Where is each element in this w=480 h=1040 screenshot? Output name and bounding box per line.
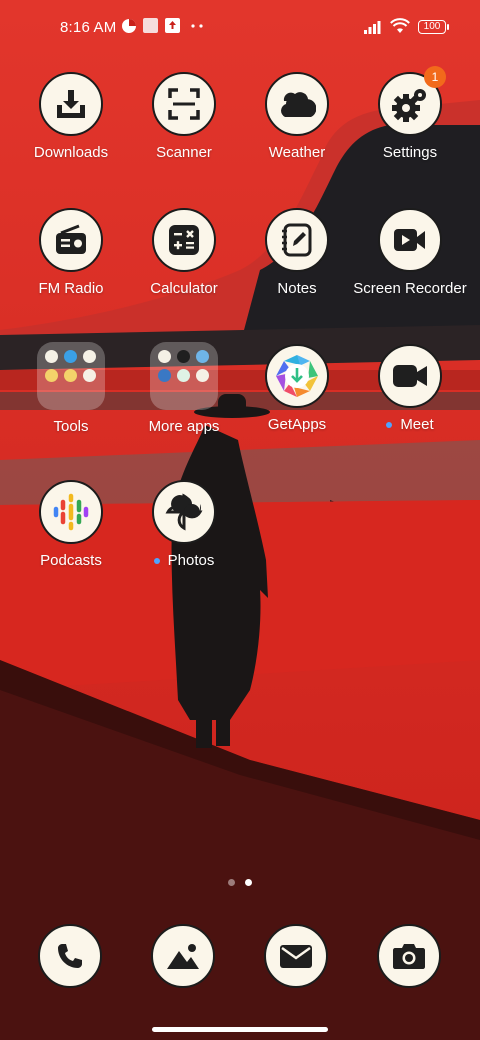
battery-indicator: 100 bbox=[418, 20, 446, 34]
photos-app-icon[interactable] bbox=[152, 480, 216, 544]
app-label: Weather bbox=[268, 144, 326, 161]
app-label-text: Meet bbox=[400, 416, 434, 433]
getapps-icon bbox=[276, 355, 318, 397]
notification-square-icon bbox=[143, 18, 158, 33]
settings-app-icon[interactable]: 1 bbox=[378, 66, 446, 136]
calculator-app-icon[interactable] bbox=[152, 208, 216, 272]
gallery-app-icon[interactable] bbox=[151, 924, 215, 988]
app-calculator[interactable]: Calculator bbox=[127, 208, 241, 297]
app-label: Screen Recorder bbox=[353, 280, 467, 297]
app-photos[interactable]: Photos bbox=[127, 480, 241, 569]
new-indicator-dot bbox=[386, 422, 393, 429]
dock-gallery[interactable] bbox=[151, 924, 215, 988]
battery-tip bbox=[447, 24, 449, 30]
tools-folder-icon[interactable] bbox=[37, 342, 105, 410]
folder-more-apps[interactable]: More apps bbox=[127, 342, 241, 435]
mail-app-icon[interactable] bbox=[264, 924, 328, 988]
podcasts-app-icon[interactable] bbox=[39, 480, 103, 544]
notes-icon bbox=[282, 223, 312, 257]
weather-app-icon[interactable] bbox=[265, 72, 329, 136]
battery-level: 100 bbox=[423, 21, 441, 32]
screen-recorder-icon bbox=[394, 229, 425, 251]
page-indicator-dot[interactable] bbox=[228, 879, 235, 886]
app-label: Podcasts bbox=[40, 552, 102, 569]
app-weather[interactable]: Weather bbox=[240, 72, 354, 161]
app-label: More apps bbox=[148, 418, 220, 435]
signal-icon bbox=[364, 21, 381, 34]
app-label-text: Photos bbox=[167, 552, 215, 569]
getapps-app-icon[interactable] bbox=[265, 344, 329, 408]
calculator-icon bbox=[169, 225, 199, 255]
camera-icon bbox=[393, 944, 425, 969]
wifi-icon bbox=[390, 18, 410, 33]
screen-recorder-app-icon[interactable] bbox=[378, 208, 442, 272]
app-label: Photos bbox=[127, 552, 241, 569]
status-bar: 8:16 AM 100 bbox=[0, 0, 480, 56]
scanner-icon bbox=[168, 88, 200, 120]
app-scanner[interactable]: Scanner bbox=[127, 72, 241, 161]
dock-mail[interactable] bbox=[264, 924, 328, 988]
new-indicator-dot bbox=[153, 558, 160, 565]
app-label: Downloads bbox=[33, 144, 109, 161]
app-podcasts[interactable]: Podcasts bbox=[14, 480, 128, 569]
app-label: Settings bbox=[382, 144, 438, 161]
video-camera-icon bbox=[393, 365, 427, 387]
radio-icon bbox=[56, 224, 86, 254]
gear-icon bbox=[392, 89, 426, 122]
app-downloads[interactable]: Downloads bbox=[14, 72, 128, 161]
app-label: Calculator bbox=[150, 280, 218, 297]
more-notifications-icon bbox=[191, 24, 203, 28]
app-getapps[interactable]: GetApps bbox=[240, 344, 354, 433]
fm-radio-app-icon[interactable] bbox=[39, 208, 103, 272]
notification-app-icon bbox=[122, 19, 136, 33]
app-settings[interactable]: 1 Settings bbox=[353, 66, 467, 161]
notes-app-icon[interactable] bbox=[265, 208, 329, 272]
app-label: Tools bbox=[53, 418, 89, 435]
download-icon bbox=[57, 90, 85, 118]
notification-badge: 1 bbox=[424, 66, 446, 88]
app-label: Notes bbox=[277, 280, 317, 297]
camera-app-icon[interactable] bbox=[377, 924, 441, 988]
phone-app-icon[interactable] bbox=[38, 924, 102, 988]
meet-app-icon[interactable] bbox=[378, 344, 442, 408]
scanner-app-icon[interactable] bbox=[152, 72, 216, 136]
gallery-icon bbox=[167, 944, 199, 969]
folder-tools[interactable]: Tools bbox=[14, 342, 128, 435]
notification-upload-icon bbox=[165, 18, 180, 33]
weather-cloud-icon bbox=[281, 92, 316, 117]
page-indicator-dot-active[interactable] bbox=[245, 879, 252, 886]
app-label: GetApps bbox=[267, 416, 327, 433]
app-screen-recorder[interactable]: Screen Recorder bbox=[353, 208, 467, 297]
mail-icon bbox=[280, 945, 312, 968]
phone-icon bbox=[58, 944, 82, 968]
app-meet[interactable]: Meet bbox=[353, 344, 467, 433]
status-time: 8:16 AM bbox=[60, 19, 117, 36]
downloads-app-icon[interactable] bbox=[39, 72, 103, 136]
gesture-navigation-handle[interactable] bbox=[152, 1027, 328, 1032]
photos-icon bbox=[165, 493, 203, 531]
app-label: Scanner bbox=[156, 144, 212, 161]
app-fm-radio[interactable]: FM Radio bbox=[14, 208, 128, 297]
app-label: FM Radio bbox=[38, 280, 104, 297]
app-label: Meet bbox=[353, 416, 467, 433]
podcasts-icon bbox=[53, 493, 89, 531]
dock-camera[interactable] bbox=[377, 924, 441, 988]
more-apps-folder-icon[interactable] bbox=[150, 342, 218, 410]
dock-phone[interactable] bbox=[38, 924, 102, 988]
app-notes[interactable]: Notes bbox=[240, 208, 354, 297]
